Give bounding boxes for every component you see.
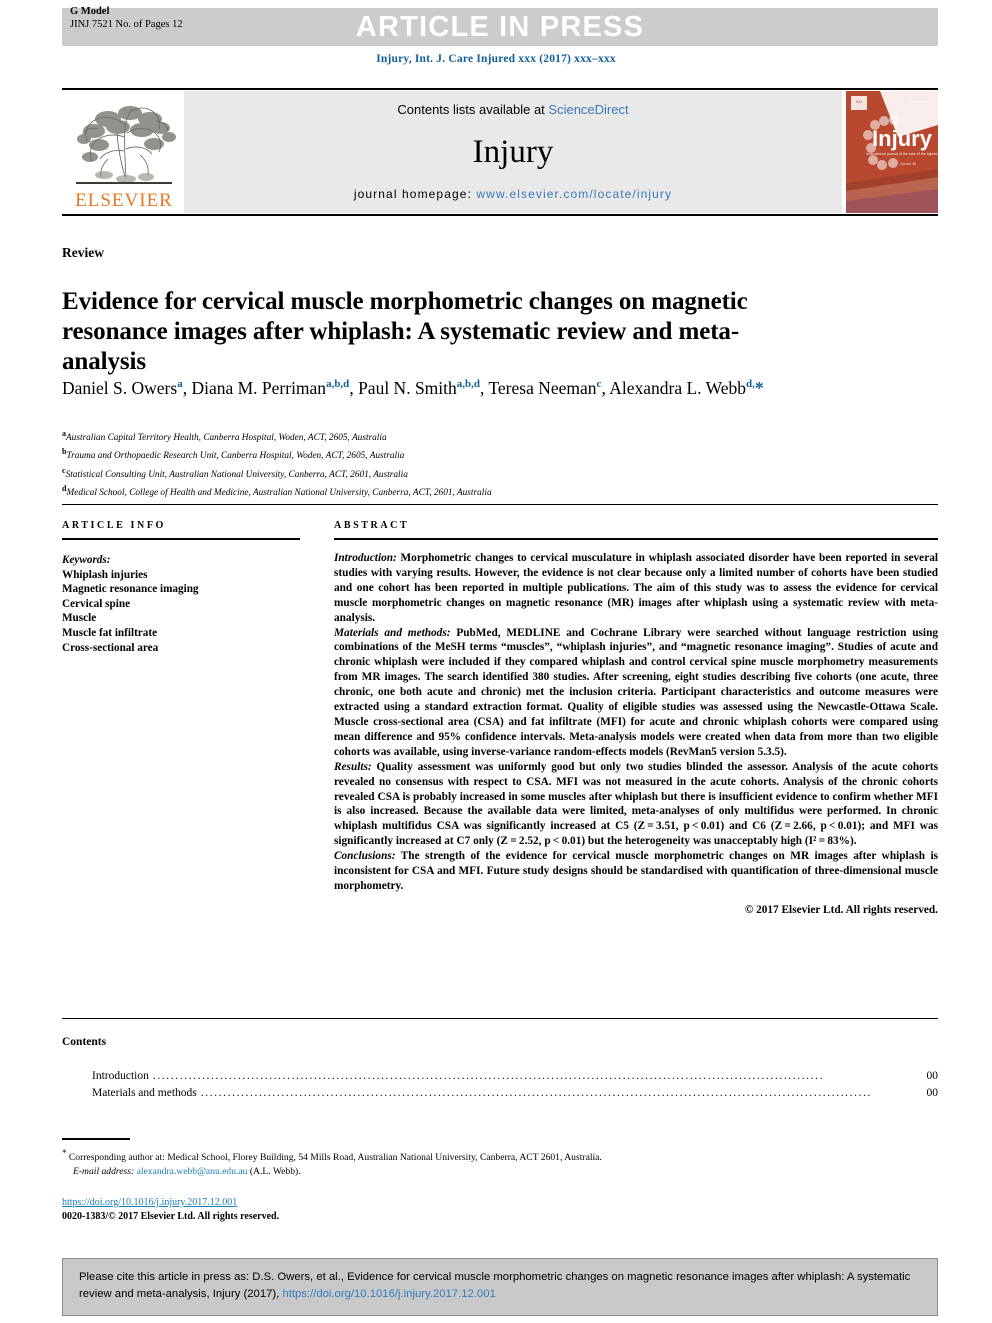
keyword-item: Muscle xyxy=(62,612,97,625)
masthead-bottom-rule xyxy=(62,214,938,216)
svg-text:ScienceDirect: ScienceDirect xyxy=(909,100,928,104)
affiliation-list: aAustralian Capital Territory Health, Ca… xyxy=(62,427,862,501)
keywords-block: Keywords: Whiplash injuries Magnetic reso… xyxy=(62,553,300,655)
journal-citation-line: Injury, Int. J. Care Injured xxx (2017) … xyxy=(376,53,616,65)
abstract-column: ABSTRACT Introduction: Morphometric chan… xyxy=(334,520,938,918)
svg-text:Volume 48: Volume 48 xyxy=(900,162,916,166)
contents-top-rule xyxy=(62,1018,938,1019)
table-of-contents: Introduction............................… xyxy=(92,1068,938,1102)
affiliation-item: dMedical School, College of Health and M… xyxy=(62,482,862,500)
author-list: Daniel S. Owersa, Diana M. Perrimana,b,d… xyxy=(62,377,764,398)
info-section-top-rule xyxy=(62,504,938,505)
abstract-section-text: PubMed, MEDLINE and Cochrane Library wer… xyxy=(334,626,938,758)
email-label: E-mail address: xyxy=(73,1165,135,1177)
affiliation-text: Statistical Consulting Unit, Australian … xyxy=(65,469,408,480)
keyword-item: Cervical spine xyxy=(62,597,131,610)
svg-text:Injury: Injury xyxy=(872,126,933,151)
journal-cover-thumbnail: INJ Injury international journal of the … xyxy=(846,91,938,213)
page-title: Evidence for cervical muscle morphometri… xyxy=(62,287,748,375)
footnote-block: * Corresponding author at: Medical Schoo… xyxy=(62,1147,842,1178)
keywords-items: Whiplash injuries Magnetic resonance imag… xyxy=(62,568,300,656)
toc-label: Materials and methods xyxy=(92,1087,197,1099)
keyword-item: Muscle fat infiltrate xyxy=(62,626,158,639)
abstract-section: Results: Quality assessment was uniforml… xyxy=(334,760,938,849)
please-cite-box: Please cite this article in press as: D.… xyxy=(62,1258,938,1316)
corresponding-author-text: Corresponding author at: Medical School,… xyxy=(66,1152,602,1164)
abstract-section-text: Quality assessment was uniformly good bu… xyxy=(334,760,938,848)
email-link[interactable]: alexandra.webb@anu.edu.au xyxy=(137,1166,248,1177)
g-model-line-1: G Model xyxy=(70,6,110,17)
journal-homepage-label: journal homepage: xyxy=(353,187,477,201)
keyword-item: Whiplash injuries xyxy=(62,568,148,581)
abstract-section: Introduction: Morphometric changes to ce… xyxy=(334,551,938,626)
abstract-heading: ABSTRACT xyxy=(334,520,410,531)
affiliation-text: Trauma and Orthopaedic Research Unit, Ca… xyxy=(66,451,405,462)
contents-available-line: Contents lists available at ScienceDirec… xyxy=(397,102,628,117)
elsevier-tree-icon xyxy=(76,106,176,184)
abstract-rule xyxy=(334,538,938,540)
doi-block: https://doi.org/10.1016/j.injury.2017.12… xyxy=(62,1196,279,1224)
masthead-top-rule xyxy=(62,88,938,90)
journal-homepage-line: journal homepage: www.elsevier.com/locat… xyxy=(354,187,672,201)
journal-homepage-link[interactable]: www.elsevier.com/locate/injury xyxy=(476,187,672,201)
toc-label: Introduction xyxy=(92,1070,149,1082)
affiliation-item: aAustralian Capital Territory Health, Ca… xyxy=(62,427,862,445)
doi-link[interactable]: https://doi.org/10.1016/j.injury.2017.12… xyxy=(62,1197,237,1208)
contents-heading: Contents xyxy=(62,1036,107,1048)
email-suffix: (A.L. Webb). xyxy=(247,1165,301,1177)
issn-copyright-line: 0020-1383/© 2017 Elsevier Ltd. All right… xyxy=(62,1211,280,1222)
toc-dot-leader: ........................................… xyxy=(152,1070,825,1082)
abstract-section-label: Materials and methods: xyxy=(334,626,451,639)
abstract-body: Introduction: Morphometric changes to ce… xyxy=(334,551,938,894)
article-info-heading: ARTICLE INFO xyxy=(62,520,166,531)
affiliation-text: Medical School, College of Health and Me… xyxy=(66,488,492,499)
journal-masthead: ELSEVIER Contents lists available at Sci… xyxy=(62,88,938,216)
keywords-label: Keywords: xyxy=(62,554,111,566)
footnote-rule xyxy=(62,1138,130,1140)
article-in-press-banner: ARTICLE IN PRESS xyxy=(62,8,938,46)
affiliation-item: bTrauma and Orthopaedic Research Unit, C… xyxy=(62,445,862,463)
banner-text: ARTICLE IN PRESS xyxy=(355,10,645,43)
journal-cover-image: INJ Injury international journal of the … xyxy=(846,91,938,213)
sciencedirect-panel: Contents lists available at ScienceDirec… xyxy=(184,91,842,213)
toc-page-number: 00 xyxy=(926,1087,939,1099)
abstract-section: Conclusions: The strength of the evidenc… xyxy=(334,849,938,894)
toc-dot-leader: ........................................… xyxy=(200,1087,873,1099)
g-model-stamp: G Model JINJ 7521 No. of Pages 12 xyxy=(70,6,183,31)
journal-title: Injury xyxy=(472,133,554,170)
elsevier-wordmark: ELSEVIER xyxy=(75,190,173,211)
keyword-item: Cross-sectional area xyxy=(62,641,159,654)
abstract-section: Materials and methods: PubMed, MEDLINE a… xyxy=(334,626,938,760)
sciencedirect-link[interactable]: ScienceDirect xyxy=(548,102,628,117)
contents-available-prefix: Contents lists available at xyxy=(397,102,549,117)
affiliation-text: Australian Capital Territory Health, Can… xyxy=(66,433,387,444)
abstract-section-label: Introduction: xyxy=(334,552,397,564)
abstract-section-label: Results: xyxy=(334,760,372,773)
abstract-copyright: © 2017 Elsevier Ltd. All rights reserved… xyxy=(744,903,938,916)
toc-row[interactable]: Materials and methods...................… xyxy=(92,1085,938,1102)
toc-row[interactable]: Introduction............................… xyxy=(92,1068,938,1085)
g-model-line-2: JINJ 7521 No. of Pages 12 xyxy=(70,18,183,30)
article-type-label: Review xyxy=(62,245,104,260)
email-note: E-mail address: alexandra.webb@anu.edu.a… xyxy=(62,1165,842,1179)
elsevier-logo: ELSEVIER xyxy=(64,93,184,211)
article-info-column: ARTICLE INFO Keywords: Whiplash injuries… xyxy=(62,520,300,655)
corresponding-author-note: * Corresponding author at: Medical Schoo… xyxy=(62,1147,842,1165)
svg-text:INJ: INJ xyxy=(856,99,862,104)
affiliation-item: cStatistical Consulting Unit, Australian… xyxy=(62,464,862,482)
toc-page-number: 00 xyxy=(926,1070,939,1082)
svg-text:international journal of the c: international journal of the care of the… xyxy=(866,152,937,156)
article-first-page: ARTICLE IN PRESS G Model JINJ 7521 No. o… xyxy=(0,0,992,1323)
keyword-item: Magnetic resonance imaging xyxy=(62,583,199,596)
abstract-section-label: Conclusions: xyxy=(334,850,396,863)
abstract-section-text: Morphometric changes to cervical muscula… xyxy=(334,552,938,624)
article-info-rule xyxy=(62,538,300,540)
abstract-section-text: The strength of the evidence for cervica… xyxy=(334,850,938,892)
please-cite-doi-link[interactable]: https://doi.org/10.1016/j.injury.2017.12… xyxy=(282,1288,495,1300)
